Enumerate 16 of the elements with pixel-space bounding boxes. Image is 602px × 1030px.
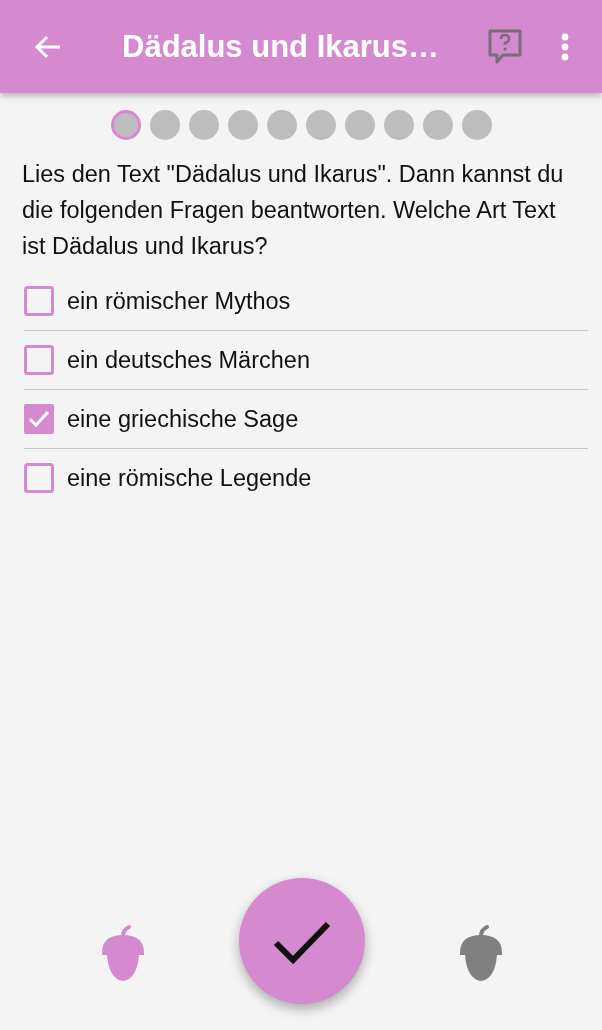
- checkbox[interactable]: [24, 404, 54, 434]
- more-options-icon[interactable]: [561, 32, 569, 61]
- checkbox[interactable]: [24, 345, 54, 375]
- checkbox[interactable]: [24, 463, 54, 493]
- checkbox[interactable]: [24, 286, 54, 316]
- option-label[interactable]: ein römischer Mythos: [67, 287, 291, 315]
- option-label[interactable]: ein deutsches Märchen: [67, 346, 310, 374]
- question-text: Lies den Text "Dädalus und Ikarus". Dann kannst du die folgenden Fragen beantworten. Welche Art Text ist Dädalus und Ikarus?: [22, 160, 565, 261]
- help-icon[interactable]: [487, 27, 523, 66]
- submit-button[interactable]: [239, 878, 365, 1004]
- option-label[interactable]: eine römische Legende: [67, 464, 312, 492]
- acorn-icon[interactable]: [458, 923, 504, 981]
- acorn-icon[interactable]: [100, 923, 146, 981]
- screen-title: Dädalus und Ikarus…: [122, 28, 439, 65]
- option-label[interactable]: eine griechische Sage: [67, 405, 299, 433]
- back-arrow-icon[interactable]: [34, 34, 62, 59]
